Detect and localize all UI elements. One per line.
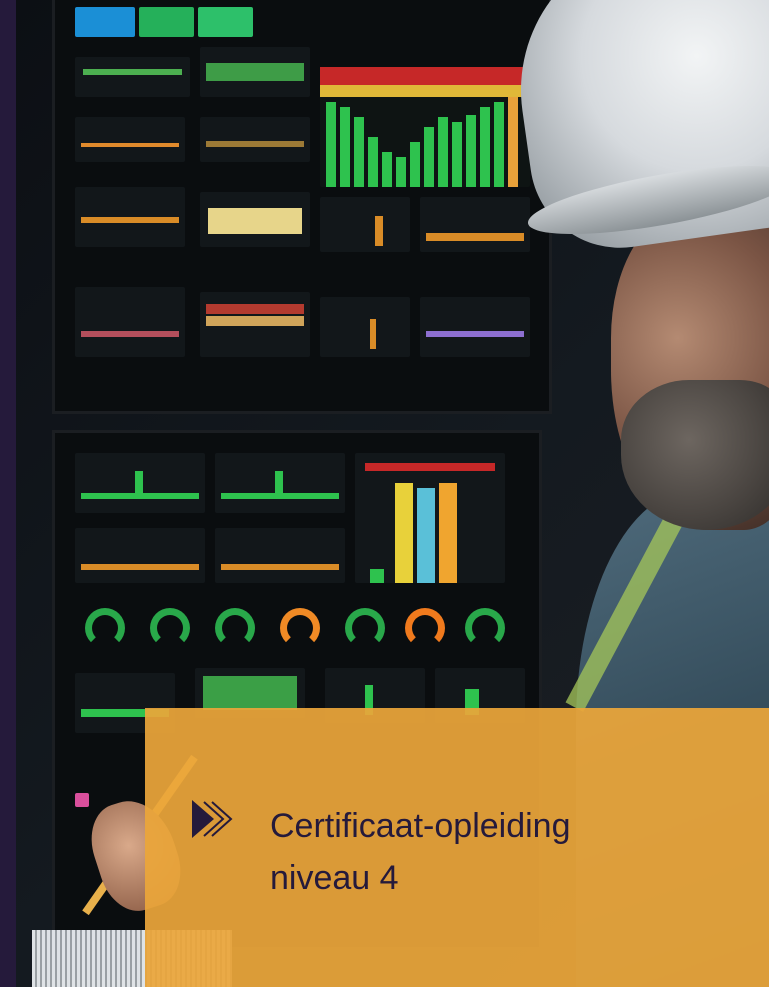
double-chevron-right-icon: [192, 800, 233, 838]
graph-tile: [320, 297, 410, 357]
graph-tile: [75, 117, 185, 162]
graph-tile: [200, 47, 310, 97]
graph-tile: [200, 117, 310, 162]
gauge-green: [85, 608, 125, 648]
graph-tile: [420, 297, 530, 357]
status-tile-green: [139, 7, 194, 37]
gauge-green: [150, 608, 190, 648]
status-tile-green-2: [198, 7, 253, 37]
graph-tile: [75, 528, 205, 583]
worker-beard: [621, 380, 769, 530]
graph-tile: [215, 453, 345, 513]
gauge-orange: [280, 608, 320, 648]
graph-tile: [200, 192, 310, 247]
bar-chart-tile: [320, 67, 530, 187]
graph-tile: [200, 292, 310, 357]
graph-tile: [75, 57, 190, 97]
graph-tile: [320, 197, 410, 252]
gauge-green: [345, 608, 385, 648]
bar-chart-tile: [355, 453, 505, 583]
promo-card[interactable]: Certificaat-opleiding niveau 4: [0, 0, 769, 987]
monitor-top: [52, 0, 552, 414]
left-accent-strip: [0, 0, 16, 987]
graph-tile: [75, 453, 205, 513]
graph-tile: [420, 197, 530, 252]
gauge-green: [465, 608, 505, 648]
graph-tile: [215, 528, 345, 583]
course-title-line-2: niveau 4: [270, 859, 399, 897]
course-title-link[interactable]: Certificaat-opleiding niveau 4: [270, 800, 740, 904]
graph-tile: [75, 287, 185, 357]
graph-tile: [75, 187, 185, 247]
gauge-green: [215, 608, 255, 648]
course-title-line-1: Certificaat-opleiding: [270, 807, 571, 845]
gauge-orange: [405, 608, 445, 648]
status-tile-blue: [75, 7, 135, 37]
status-tile-pink: [75, 793, 89, 807]
